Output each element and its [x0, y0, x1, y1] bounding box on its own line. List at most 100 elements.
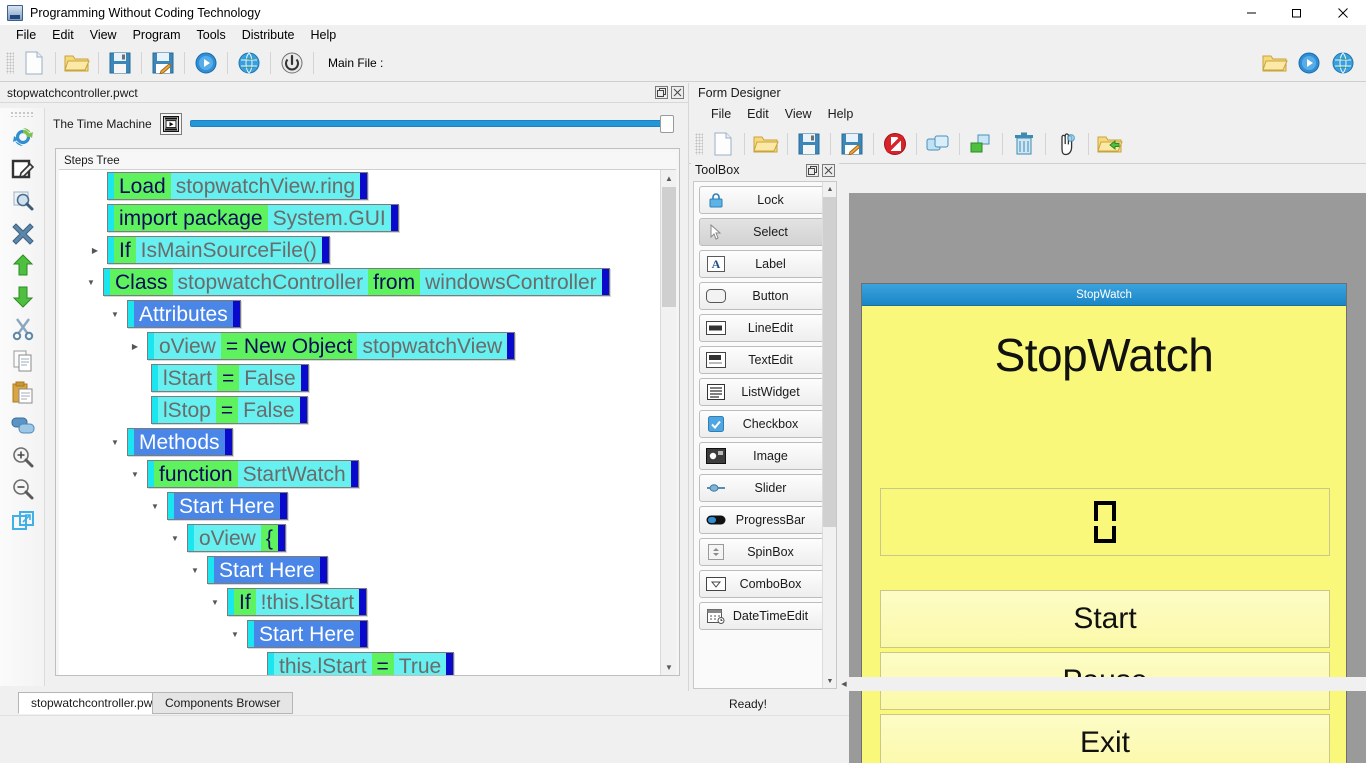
restore-panel-icon[interactable]	[806, 164, 819, 177]
tree-step-chip[interactable]: ClassstopwatchControllerfromwindowsContr…	[103, 268, 610, 296]
run-icon[interactable]	[1292, 47, 1326, 79]
tree-node[interactable]: lStart=False	[59, 362, 676, 394]
menu-tools[interactable]: Tools	[189, 26, 234, 44]
scroll-down-arrow-icon[interactable]: ▼	[823, 674, 837, 688]
twisty-expanded-icon[interactable]: ▼	[129, 458, 141, 490]
power-icon[interactable]	[275, 47, 309, 79]
twisty-expanded-icon[interactable]: ▼	[109, 426, 121, 458]
close-panel-icon[interactable]	[671, 86, 684, 99]
scroll-down-arrow-icon[interactable]: ▼	[661, 659, 676, 675]
stopwatch-exit-button[interactable]: Exit	[880, 714, 1330, 763]
scroll-left-arrow-icon[interactable]: ◀	[837, 677, 851, 691]
fd-menu-view[interactable]: View	[777, 105, 820, 123]
toolbox-item-checkbox[interactable]: Checkbox	[699, 410, 831, 438]
tree-step-chip[interactable]: oView= New ObjectstopwatchView	[147, 332, 515, 360]
twisty-expanded-icon[interactable]: ▼	[169, 522, 181, 554]
new-file-icon[interactable]	[17, 47, 51, 79]
tree-step-chip[interactable]: functionStartWatch	[147, 460, 359, 488]
open-form-icon[interactable]	[749, 128, 783, 160]
minimize-icon[interactable]	[1228, 0, 1274, 25]
maximize-icon[interactable]	[1274, 0, 1320, 25]
tree-node[interactable]: ▼Start Here	[59, 618, 676, 650]
new-form-icon[interactable]	[706, 128, 740, 160]
close-panel-icon[interactable]	[822, 164, 835, 177]
tree-node[interactable]: ▼functionStartWatch	[59, 458, 676, 490]
tree-node[interactable]: ▼Start Here	[59, 554, 676, 586]
steps-tree-body[interactable]: LoadstopwatchView.ring import packageSyst…	[59, 170, 676, 675]
tree-step-chip[interactable]: LoadstopwatchView.ring	[107, 172, 368, 200]
globe-icon[interactable]	[232, 47, 266, 79]
tree-step-chip[interactable]: Start Here	[207, 556, 328, 584]
tree-step-chip[interactable]: Start Here	[167, 492, 288, 520]
open-folder-icon[interactable]	[1258, 47, 1292, 79]
toolbox-item-datetimeedit[interactable]: DateTimeEdit	[699, 602, 831, 630]
toolbox-item-image[interactable]: Image	[699, 442, 831, 470]
fd-menu-help[interactable]: Help	[820, 105, 862, 123]
fd-menu-file[interactable]: File	[703, 105, 739, 123]
toolbox-item-slider[interactable]: Slider	[699, 474, 831, 502]
tree-step-chip[interactable]: Methods	[127, 428, 233, 456]
tree-node[interactable]: LoadstopwatchView.ring	[59, 170, 676, 202]
add-control-icon[interactable]	[964, 128, 998, 160]
globe-icon[interactable]	[1326, 47, 1360, 79]
tree-node[interactable]: import packageSystem.GUI	[59, 202, 676, 234]
twisty-expanded-icon[interactable]: ▼	[229, 618, 241, 650]
twisty-expanded-icon[interactable]: ▼	[189, 554, 201, 586]
open-folder-icon[interactable]	[60, 47, 94, 79]
tree-step-chip[interactable]: Attributes	[127, 300, 241, 328]
trash-icon[interactable]	[1007, 128, 1041, 160]
save-icon[interactable]	[103, 47, 137, 79]
tree-node[interactable]: ▼ClassstopwatchControllerfromwindowsCont…	[59, 266, 676, 298]
tree-node[interactable]: ▼oView{	[59, 522, 676, 554]
save-as-icon[interactable]	[146, 47, 180, 79]
run-icon[interactable]	[189, 47, 223, 79]
toolbox-item-lock[interactable]: Lock	[699, 186, 831, 214]
form-designer-hscrollbar[interactable]: ◀	[837, 677, 1366, 691]
tree-step-chip[interactable]: IfIsMainSourceFile()	[107, 236, 330, 264]
toolbox-item-spinbox[interactable]: SpinBox	[699, 538, 831, 566]
scroll-thumb[interactable]	[662, 187, 676, 307]
tree-step-chip[interactable]: lStop=False	[151, 396, 308, 424]
scroll-up-arrow-icon[interactable]: ▲	[661, 170, 676, 186]
open-project-icon[interactable]	[1093, 128, 1127, 160]
restore-panel-icon[interactable]	[655, 86, 668, 99]
stopwatch-start-button[interactable]: Start	[880, 590, 1330, 648]
tree-step-chip[interactable]: this.lStart=True	[267, 652, 454, 675]
twisty-expanded-icon[interactable]: ▼	[209, 586, 221, 618]
tree-node[interactable]: ▶oView= New ObjectstopwatchView	[59, 330, 676, 362]
scroll-up-arrow-icon[interactable]: ▲	[823, 182, 837, 196]
menu-file[interactable]: File	[8, 26, 44, 44]
fd-toolbar-grip[interactable]	[695, 133, 703, 155]
tree-step-chip[interactable]: If!this.lStart	[227, 588, 367, 616]
toolbox-item-textedit[interactable]: TextEdit	[699, 346, 831, 374]
tree-node[interactable]: this.lStart=True	[59, 650, 676, 675]
menu-help[interactable]: Help	[303, 26, 345, 44]
tree-step-chip[interactable]: import packageSystem.GUI	[107, 204, 399, 232]
duplicate-icon[interactable]	[921, 128, 955, 160]
fd-menu-edit[interactable]: Edit	[739, 105, 777, 123]
tree-node[interactable]: lStop=False	[59, 394, 676, 426]
menu-program[interactable]: Program	[125, 26, 189, 44]
tree-step-chip[interactable]: lStart=False	[151, 364, 309, 392]
toolbox-item-progressbar[interactable]: ProgressBar	[699, 506, 831, 534]
toolbox-item-combobox[interactable]: ComboBox	[699, 570, 831, 598]
tree-node[interactable]: ▼If!this.lStart	[59, 586, 676, 618]
twisty-expanded-icon[interactable]: ▼	[109, 298, 121, 330]
menu-view[interactable]: View	[82, 26, 125, 44]
tree-node[interactable]: ▼Attributes	[59, 298, 676, 330]
stopwatch-display-field[interactable]	[880, 488, 1330, 556]
menu-distribute[interactable]: Distribute	[234, 26, 303, 44]
twisty-collapsed-icon[interactable]: ▶	[89, 234, 101, 266]
toolbox-item-label[interactable]: ALabel	[699, 250, 831, 278]
twisty-collapsed-icon[interactable]: ▶	[129, 330, 141, 362]
close-icon[interactable]	[1320, 0, 1366, 25]
twisty-expanded-icon[interactable]: ▼	[85, 266, 97, 298]
save-form-icon[interactable]	[792, 128, 826, 160]
time-machine-slider[interactable]	[190, 113, 674, 135]
toolbox-item-select[interactable]: Select	[699, 218, 831, 246]
tree-node[interactable]: ▼Start Here	[59, 490, 676, 522]
slider-handle[interactable]	[660, 115, 674, 133]
menu-edit[interactable]: Edit	[44, 26, 82, 44]
toolbox-item-lineedit[interactable]: LineEdit	[699, 314, 831, 342]
steps-tree-scrollbar[interactable]: ▲▼	[660, 170, 676, 675]
